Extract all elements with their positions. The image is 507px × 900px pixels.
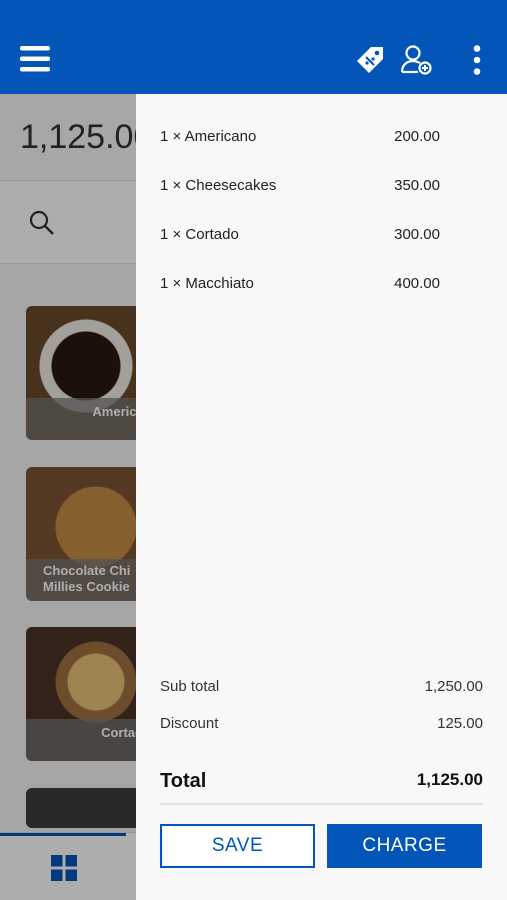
item-label: 1 × Cortado <box>160 226 239 243</box>
order-panel: 1 × Americano 200.00 1 × Cheesecakes 350… <box>136 94 507 900</box>
divider <box>160 803 483 805</box>
save-button[interactable]: SAVE <box>160 824 315 868</box>
item-price: 300.00 <box>394 226 440 243</box>
total-label: Total <box>160 770 207 792</box>
menu-icon[interactable] <box>20 44 50 74</box>
discount-value: 125.00 <box>437 715 483 732</box>
discount-row: Discount 125.00 <box>160 715 483 732</box>
discount-tag-icon[interactable] <box>354 44 386 76</box>
item-price: 200.00 <box>394 128 440 145</box>
subtotal-row: Sub total 1,250.00 <box>160 678 483 695</box>
item-price: 400.00 <box>394 275 440 292</box>
order-line-item[interactable]: 1 × Americano 200.00 <box>160 128 440 145</box>
more-vert-icon[interactable] <box>470 45 484 75</box>
discount-label: Discount <box>160 715 219 732</box>
total-row: Total 1,125.00 <box>160 770 483 793</box>
charge-button[interactable]: CHARGE <box>327 824 482 868</box>
add-customer-icon[interactable] <box>400 44 432 76</box>
app-bar <box>0 0 507 94</box>
subtotal-value: 1,250.00 <box>424 678 483 695</box>
item-label: 1 × Macchiato <box>160 275 254 292</box>
item-label: 1 × Cheesecakes <box>160 177 277 194</box>
subtotal-label: Sub total <box>160 678 220 695</box>
order-line-item[interactable]: 1 × Cortado 300.00 <box>160 226 440 243</box>
order-line-item[interactable]: 1 × Macchiato 400.00 <box>160 275 440 292</box>
total-value: 1,125.00 <box>416 770 483 789</box>
item-label: 1 × Americano <box>160 128 257 145</box>
item-price: 350.00 <box>394 177 440 194</box>
order-line-item[interactable]: 1 × Cheesecakes 350.00 <box>160 177 440 194</box>
